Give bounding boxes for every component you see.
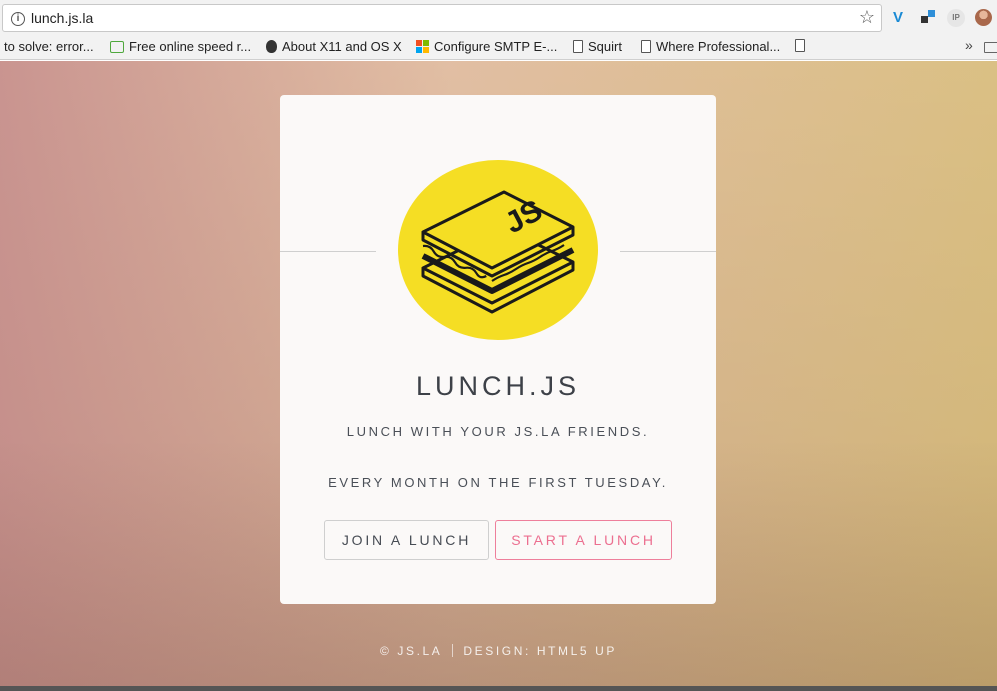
- bookmarks-bar: to solve: error... Free online speed r..…: [0, 36, 997, 60]
- url-text[interactable]: lunch.js.la: [31, 10, 93, 26]
- folder-icon[interactable]: [984, 42, 997, 53]
- extension-v-icon[interactable]: V: [893, 9, 911, 27]
- tagline-friends: LUNCH WITH YOUR JS.LA FRIENDS.: [346, 424, 650, 439]
- window-bottom-edge: [0, 686, 997, 691]
- divider-left: [280, 251, 376, 252]
- bookmarks-overflow-icon[interactable]: »: [965, 37, 973, 53]
- footer-separator: [452, 644, 454, 657]
- divider-right: [620, 251, 716, 252]
- footer: © JS.LA DESIGN: HTML5 UP: [0, 644, 997, 658]
- bookmark-star-icon[interactable]: ☆: [859, 7, 875, 28]
- page-title: LUNCH.JS: [415, 371, 581, 401]
- browser-toolbar: i lunch.js.la ☆ V IP: [0, 0, 997, 36]
- extension-squares-icon[interactable]: [920, 9, 938, 27]
- bookmark-item[interactable]: to solve: error...: [4, 39, 94, 54]
- bookmark-item[interactable]: Where Professional...: [641, 39, 780, 54]
- page-background: JS LUNCH.JS LUNCH WITH YOUR JS.LA FRIEND…: [0, 61, 997, 691]
- footer-copyright: © JS.LA: [379, 644, 443, 658]
- join-lunch-button[interactable]: JOIN A LUNCH: [324, 520, 489, 560]
- profile-avatar[interactable]: [975, 9, 992, 26]
- footer-design-credit[interactable]: DESIGN: HTML5 UP: [463, 644, 617, 658]
- address-bar[interactable]: i lunch.js.la ☆: [2, 4, 882, 32]
- bookmark-label: About X11 and OS X: [282, 39, 402, 54]
- info-icon[interactable]: i: [11, 12, 25, 26]
- extension-ip-icon[interactable]: IP: [947, 9, 965, 27]
- bookmark-item[interactable]: Free online speed r...: [110, 39, 251, 54]
- main-card: JS LUNCH.JS LUNCH WITH YOUR JS.LA FRIEND…: [280, 95, 716, 604]
- page-icon: [573, 40, 583, 53]
- bookmark-label: Where Professional...: [656, 39, 781, 54]
- bookmark-item[interactable]: Configure SMTP E-...: [416, 39, 557, 54]
- bookmark-label: Free online speed r...: [129, 39, 252, 54]
- microsoft-icon: [416, 40, 429, 53]
- bookmark-item[interactable]: Squirt: [573, 39, 622, 54]
- book-icon: [110, 40, 124, 53]
- bookmark-label: Squirt: [588, 39, 622, 54]
- bookmark-item[interactable]: About X11 and OS X: [266, 39, 402, 54]
- tagline-schedule: EVERY MONTH ON THE FIRST TUESDAY.: [328, 475, 668, 490]
- page-icon: [641, 40, 651, 53]
- bookmark-label: to solve: error...: [4, 39, 94, 54]
- start-lunch-button[interactable]: START A LUNCH: [495, 520, 672, 560]
- bookmark-item[interactable]: [795, 39, 805, 52]
- bookmark-label: Configure SMTP E-...: [434, 39, 558, 54]
- apple-icon: [266, 40, 277, 53]
- sandwich-logo-icon: JS: [398, 160, 598, 340]
- page-icon: [795, 39, 805, 52]
